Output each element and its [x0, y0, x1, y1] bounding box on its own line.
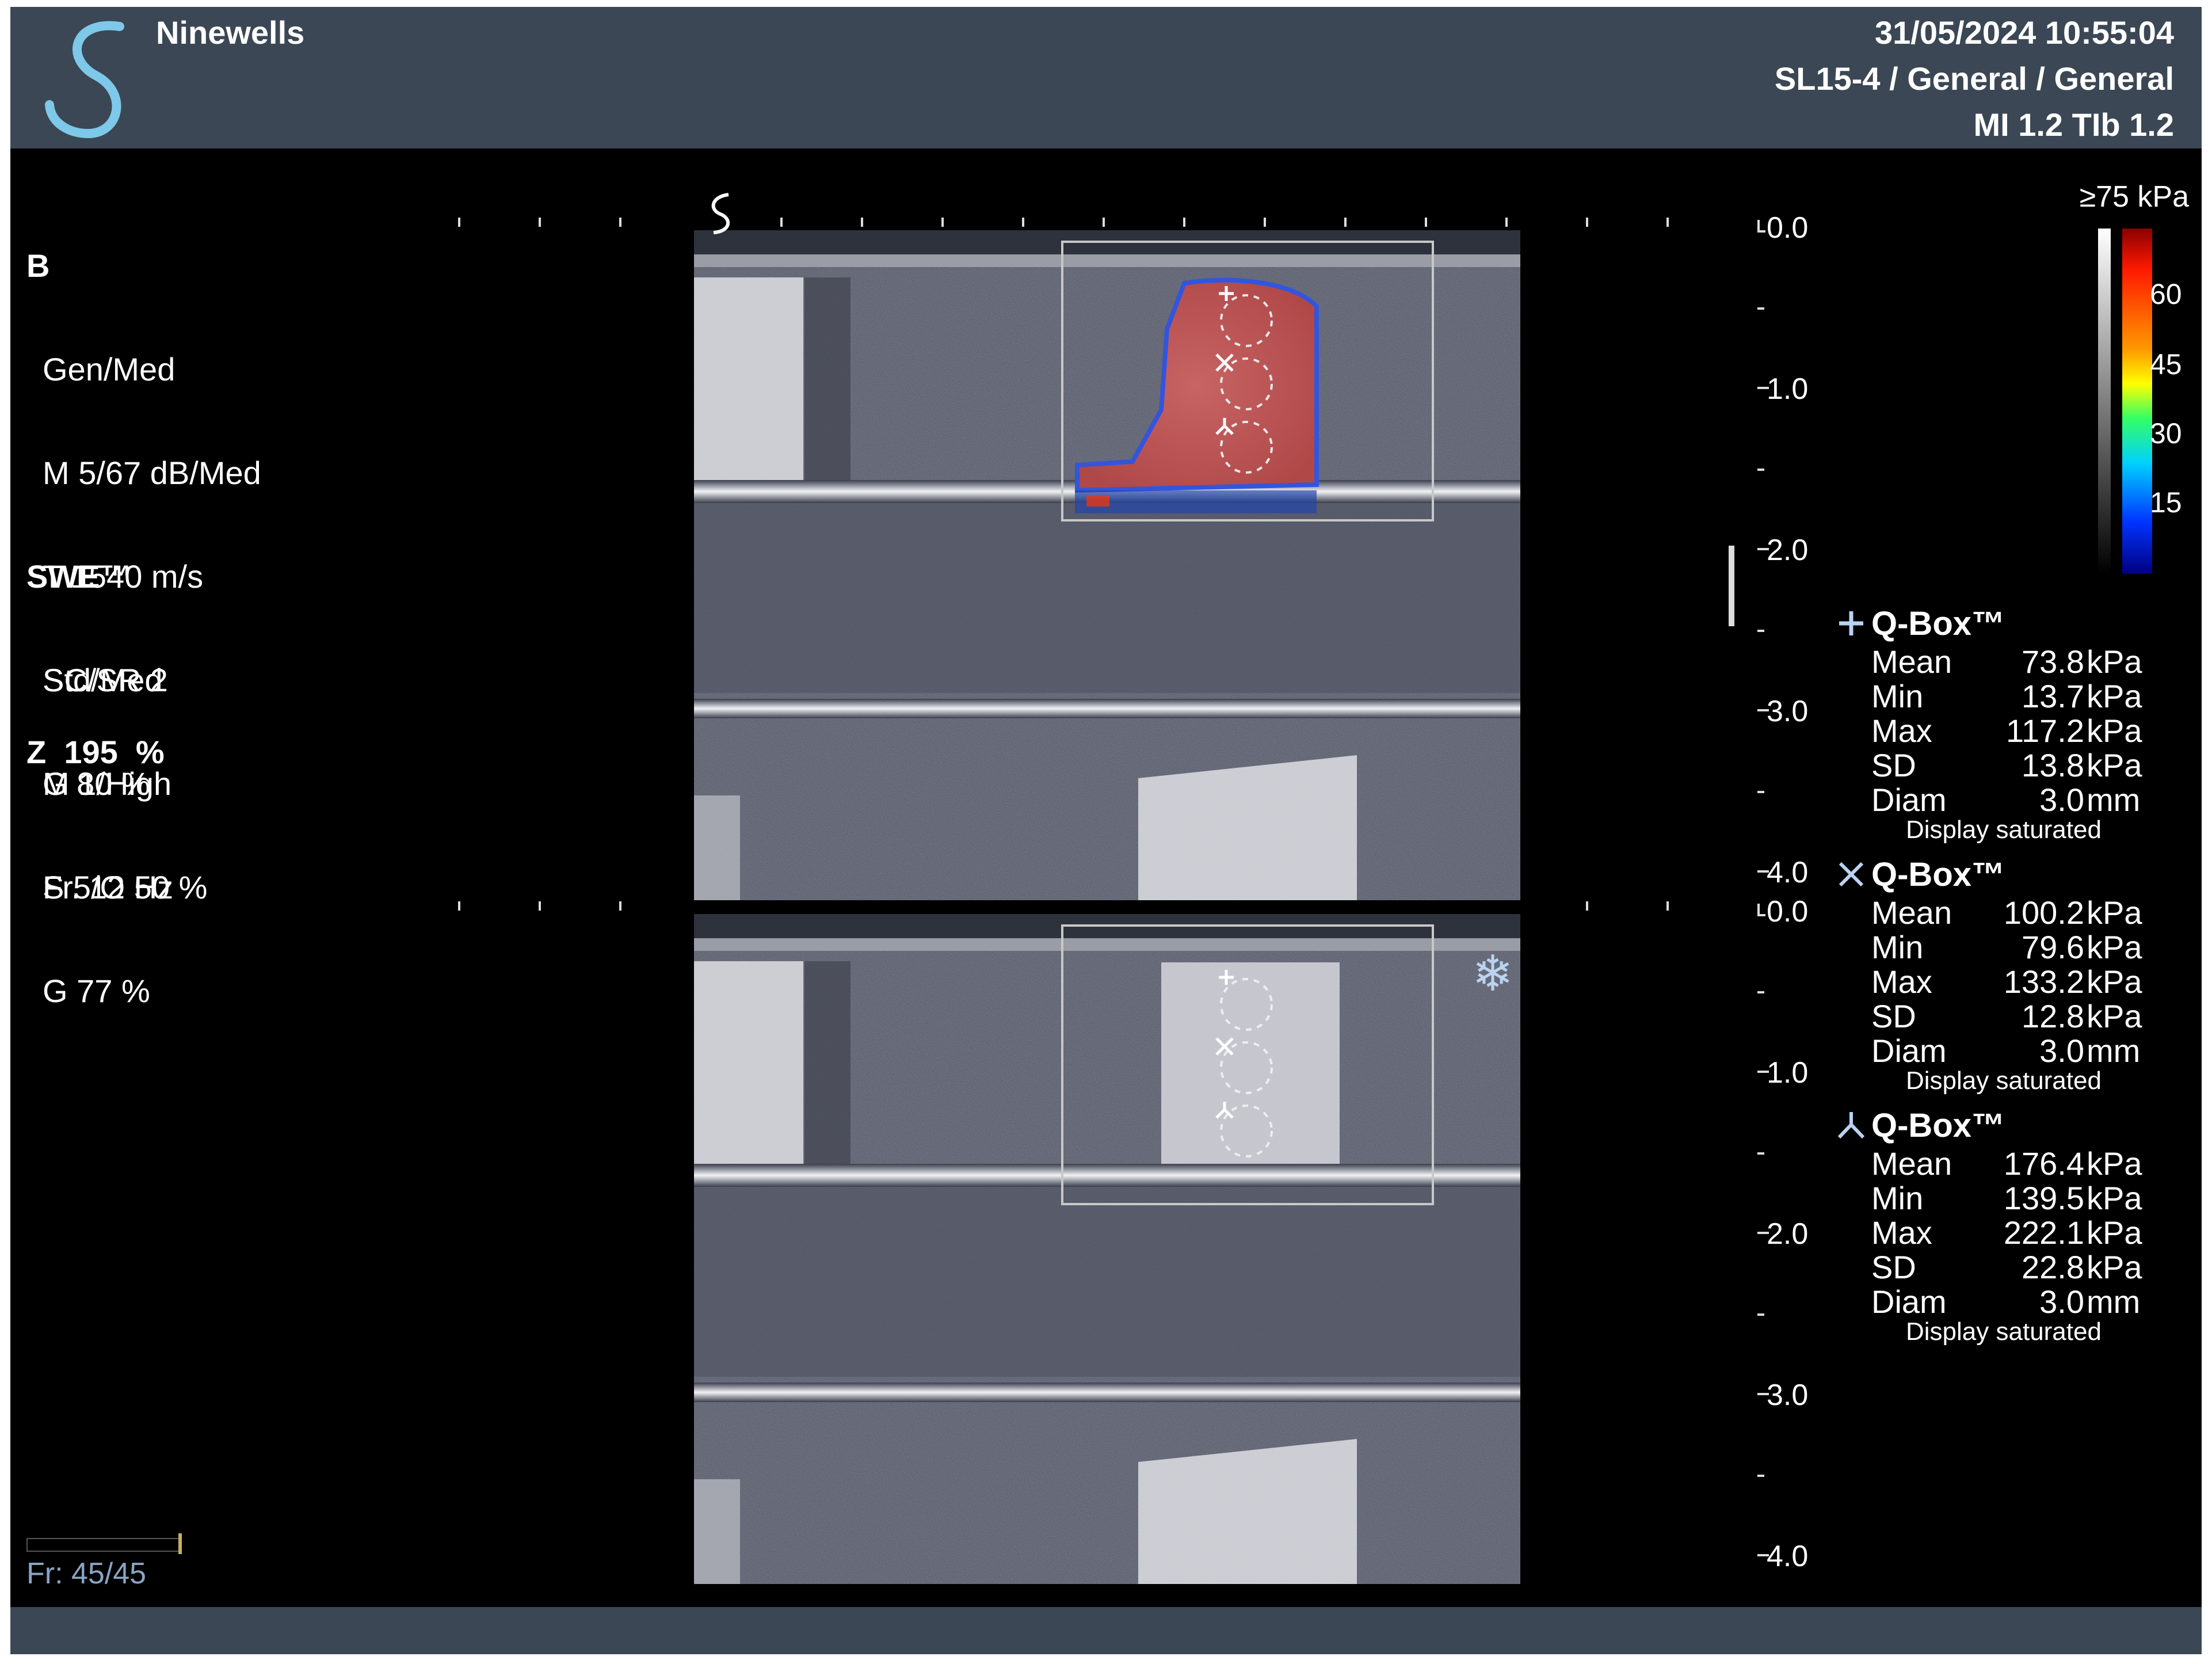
sd-value: 13.8 [2022, 747, 2084, 783]
mean-label: Mean [1871, 894, 1952, 931]
footer-bar [10, 1607, 2202, 1654]
ultrasound-screen: Ninewells 31/05/2024 10:55:04 SL15-4 / G… [10, 7, 2202, 1654]
qbox-row-min: Min 79.6 kPa [1836, 928, 2158, 965]
diam-value: 3.0 [2039, 782, 2084, 818]
qbox-title: Q-Box™ [1871, 856, 2005, 893]
depth-label: 2.0 [1767, 1217, 1809, 1251]
depth-label: 1.0 [1767, 372, 1809, 406]
depth-label: 1.0 [1767, 1056, 1809, 1090]
sd-value: 12.8 [2022, 998, 2084, 1034]
min-label: Min [1871, 929, 1924, 965]
mean-value: 73.8 [2022, 643, 2084, 680]
cross-icon [1839, 862, 1864, 887]
qbox-row-sd: SD 12.8 kPa [1836, 997, 2158, 1034]
elasticity-colorbar [2122, 229, 2152, 574]
qbox-row-sd: SD 13.8 kPa [1836, 747, 2158, 783]
unit-label: kPa [2087, 998, 2142, 1034]
depth-label: 3.0 [1767, 695, 1809, 728]
unit-label: kPa [2087, 713, 2142, 749]
mean-label: Mean [1871, 643, 1952, 680]
qbox-row-max: Max 133.2 kPa [1836, 963, 2158, 1000]
lower-bmode-image [458, 901, 1669, 1584]
diam-value: 3.0 [2039, 1284, 2084, 1320]
depth-axis-ticks [1729, 220, 1769, 1556]
qbox-row-diam: Diam 3.0 mm [1836, 781, 2158, 818]
qbox-row-mean: Mean 176.4 kPa [1836, 1145, 2158, 1182]
unit-label: kPa [2087, 1249, 2142, 1285]
qbox-note: Display saturated [1906, 816, 2102, 844]
qbox-row-min: Min 13.7 kPa [1836, 677, 2158, 714]
qbox-panel-2: Q-Box™ Mean 100.2 kPa Min 79.6 kPa Max 133.2 k… [1836, 855, 2158, 1099]
qbox-row-mean: Mean 73.8 kPa [1836, 643, 2158, 680]
unit-label: mm [2087, 1284, 2141, 1320]
qbox-title: Q-Box™ [1871, 1107, 2005, 1144]
diam-label: Diam [1871, 1033, 1947, 1069]
qbox-header: Q-Box™ [1836, 604, 2158, 643]
max-value: 222.1 [2003, 1214, 2084, 1251]
plus-icon [1839, 611, 1863, 635]
sd-label: SD [1871, 747, 1916, 783]
qbox-title: Q-Box™ [1871, 605, 2005, 642]
unit-label: kPa [2087, 747, 2142, 783]
diam-value: 3.0 [2039, 1033, 2084, 1069]
diam-label: Diam [1871, 1284, 1947, 1320]
upper-swe-image [458, 193, 1669, 900]
depth-label: 4.0 [1767, 856, 1809, 889]
unit-label: mm [2087, 1033, 2141, 1069]
min-label: Min [1871, 678, 1924, 714]
qbox-panel-3: Q-Box™ Mean 176.4 kPa Min 139.5 kPa Max 222.1… [1836, 1106, 2158, 1350]
unit-label: kPa [2087, 678, 2142, 714]
depth-label: 3.0 [1767, 1379, 1809, 1412]
unit-label: kPa [2087, 1180, 2142, 1216]
min-value: 79.6 [2022, 929, 2084, 965]
unit-label: kPa [2087, 643, 2142, 680]
unit-label: kPa [2087, 894, 2142, 931]
qbox-row-max: Max 117.2 kPa [1836, 712, 2158, 749]
depth-label: 0.0 [1767, 211, 1809, 245]
min-value: 139.5 [2003, 1180, 2084, 1216]
unit-label: kPa [2087, 1145, 2142, 1182]
qbox-row-min: Min 139.5 kPa [1836, 1179, 2158, 1216]
depth-label: 4.0 [1767, 1540, 1809, 1573]
qbox-row-diam: Diam 3.0 mm [1836, 1032, 2158, 1069]
colorbar-label: 60 [2150, 278, 2182, 310]
max-value: 133.2 [2003, 964, 2084, 1000]
qbox-note: Display saturated [1906, 1318, 2102, 1346]
unit-label: kPa [2087, 1214, 2142, 1251]
max-value: 117.2 [2006, 713, 2084, 749]
colorbar-label: 45 [2150, 348, 2182, 380]
sd-value: 22.8 [2022, 1249, 2084, 1285]
depth-label: 2.0 [1767, 534, 1809, 567]
min-value: 13.7 [2022, 678, 2084, 714]
qbox-row-max: Max 222.1 kPa [1836, 1214, 2158, 1251]
diam-label: Diam [1871, 782, 1947, 818]
mean-value: 100.2 [2003, 894, 2084, 931]
unit-label: kPa [2087, 964, 2142, 1000]
colorbar-label: 15 [2150, 486, 2182, 519]
sd-label: SD [1871, 1249, 1916, 1285]
tripod-icon [1837, 1112, 1865, 1139]
qbox-row-diam: Diam 3.0 mm [1836, 1283, 2158, 1320]
sd-label: SD [1871, 998, 1916, 1034]
max-label: Max [1871, 964, 1932, 1000]
mean-value: 176.4 [2003, 1145, 2084, 1182]
qbox-panel-1: Q-Box™ Mean 73.8 kPa Min 13.7 kPa Max 117.2 kP… [1836, 604, 2158, 848]
qbox-header: Q-Box™ [1836, 1106, 2158, 1145]
qbox-row-mean: Mean 100.2 kPa [1836, 894, 2158, 931]
snowflake-icon: ❄ [1472, 946, 1514, 1002]
mean-label: Mean [1871, 1145, 1952, 1182]
colorbar-max-label: ≥75 kPa [2079, 180, 2189, 214]
greyscale-bar [2098, 229, 2111, 574]
depth-label: 0.0 [1767, 895, 1809, 928]
qbox-row-sd: SD 22.8 kPa [1836, 1248, 2158, 1285]
min-label: Min [1871, 1180, 1924, 1216]
qbox-note: Display saturated [1906, 1067, 2102, 1095]
colorbar-label: 30 [2150, 417, 2182, 450]
qbox-header: Q-Box™ [1836, 855, 2158, 894]
max-label: Max [1871, 713, 1932, 749]
unit-label: mm [2087, 782, 2141, 818]
unit-label: kPa [2087, 929, 2142, 965]
probe-orientation-icon [711, 193, 730, 234]
max-label: Max [1871, 1214, 1932, 1251]
